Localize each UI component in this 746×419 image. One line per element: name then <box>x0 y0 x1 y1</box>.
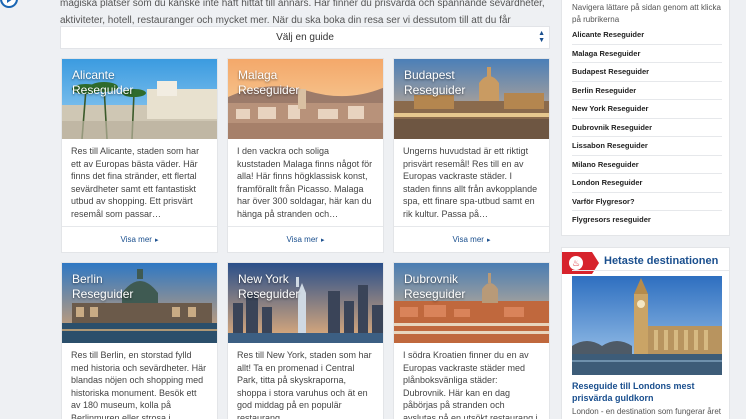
alicante-image: Alicante Reseguider <box>62 59 217 139</box>
hot-description: London - en destination som fungerar åre… <box>572 407 721 416</box>
visa-mer-link[interactable]: Visa mer ▸ <box>62 227 217 252</box>
sidebar-item-lissabon[interactable]: Lissabon Reseguider <box>572 137 722 156</box>
card-title: Budapest Reseguider <box>404 68 466 97</box>
guide-card-new-york[interactable]: New York Reseguider Res till New York, s… <box>227 262 384 419</box>
play-icon[interactable] <box>0 0 18 8</box>
card-title: Alicante Reseguider <box>72 68 134 97</box>
sidebar-item-berlin[interactable]: Berlin Reseguider <box>572 82 722 100</box>
berlin-image: Berlin Reseguider <box>62 263 217 343</box>
guide-card-malaga[interactable]: Malaga Reseguider I den vackra och solig… <box>227 58 384 253</box>
dubrovnik-image: Dubrovnik Reseguider <box>394 263 549 343</box>
chevron-right-icon: ▸ <box>154 237 159 244</box>
visa-mer-link[interactable]: Visa mer ▸ <box>228 227 383 252</box>
card-text: Res till Alicante, staden som har ett av… <box>71 146 200 219</box>
card-text: Ungerns huvudstad är ett riktigt prisvär… <box>403 146 538 219</box>
card-title: Malaga Reseguider <box>238 68 300 97</box>
hot-underline <box>572 270 729 271</box>
chevron-right-icon: ▸ <box>486 237 491 244</box>
guide-card-berlin[interactable]: Berlin Reseguider Res till Berlin, en st… <box>61 262 218 419</box>
guide-card-budapest[interactable]: Budapest Reseguider Ungerns huvudstad är… <box>393 58 550 253</box>
page: magiska platser som du kanske inte haft … <box>0 0 746 419</box>
sidebar-nav: Navigera lättare på sidan genom att klic… <box>561 0 730 236</box>
sidebar-item-budapest[interactable]: Budapest Reseguider <box>572 63 722 82</box>
sidebar-item-malaga[interactable]: Malaga Reseguider <box>572 45 722 63</box>
chevron-right-icon: ▸ <box>320 237 325 244</box>
sidebar-list: Alicante Reseguider Malaga Reseguider Bu… <box>572 26 722 230</box>
malaga-image: Malaga Reseguider <box>228 59 383 139</box>
sidebar-item-varfor-flygresor[interactable]: Varför Flygresor? <box>572 193 722 211</box>
budapest-image: Budapest Reseguider <box>394 59 549 139</box>
visa-mer-label: Visa mer <box>120 235 152 244</box>
guide-select[interactable]: Välj en guide ▲ ▼ <box>60 26 550 49</box>
new-york-image: New York Reseguider <box>228 263 383 343</box>
fire-icon: ♨ <box>569 256 583 270</box>
sidebar-item-new-york[interactable]: New York Reseguider <box>572 100 722 119</box>
card-title: Dubrovnik Reseguider <box>404 272 466 301</box>
hot-title: Hetaste destinationen <box>604 255 719 267</box>
visa-mer-label: Visa mer <box>286 235 318 244</box>
card-text: I den vackra och soliga kuststaden Malag… <box>237 146 373 219</box>
visa-mer-link[interactable]: Visa mer ▸ <box>394 227 549 252</box>
card-text: I södra Kroatien finner du en av Europas… <box>403 350 538 419</box>
sidebar-item-london[interactable]: London Reseguider <box>572 174 722 193</box>
guide-select-label: Välj en guide <box>276 32 334 43</box>
hot-destination-link[interactable]: Reseguide till Londons mest prisvärda gu… <box>572 381 722 404</box>
card-title: Berlin Reseguider <box>72 272 134 301</box>
card-text: Res till New York, staden som har allt! … <box>237 350 372 419</box>
card-title: New York Reseguider <box>238 272 300 301</box>
london-image[interactable] <box>572 276 722 375</box>
card-text: Res till Berlin, en storstad fylld med h… <box>71 350 207 419</box>
guide-card-dubrovnik[interactable]: Dubrovnik Reseguider I södra Kroatien fi… <box>393 262 550 419</box>
sidebar-intro: Navigera lättare på sidan genom att klic… <box>572 3 721 24</box>
hottest-destination: ♨ Hetaste destinationen Reseguide till L… <box>561 247 730 419</box>
sidebar-item-dubrovnik[interactable]: Dubrovnik Reseguider <box>572 119 722 137</box>
guide-card-alicante[interactable]: Alicante Reseguider Res till Alicante, s… <box>61 58 218 253</box>
select-arrows-icon: ▲ ▼ <box>538 30 545 44</box>
sidebar-item-flygresors-reseguider[interactable]: Flygresors reseguider <box>572 211 722 230</box>
sidebar-item-alicante[interactable]: Alicante Reseguider <box>572 26 722 45</box>
sidebar-item-milano[interactable]: Milano Reseguider <box>572 156 722 174</box>
visa-mer-label: Visa mer <box>452 235 484 244</box>
